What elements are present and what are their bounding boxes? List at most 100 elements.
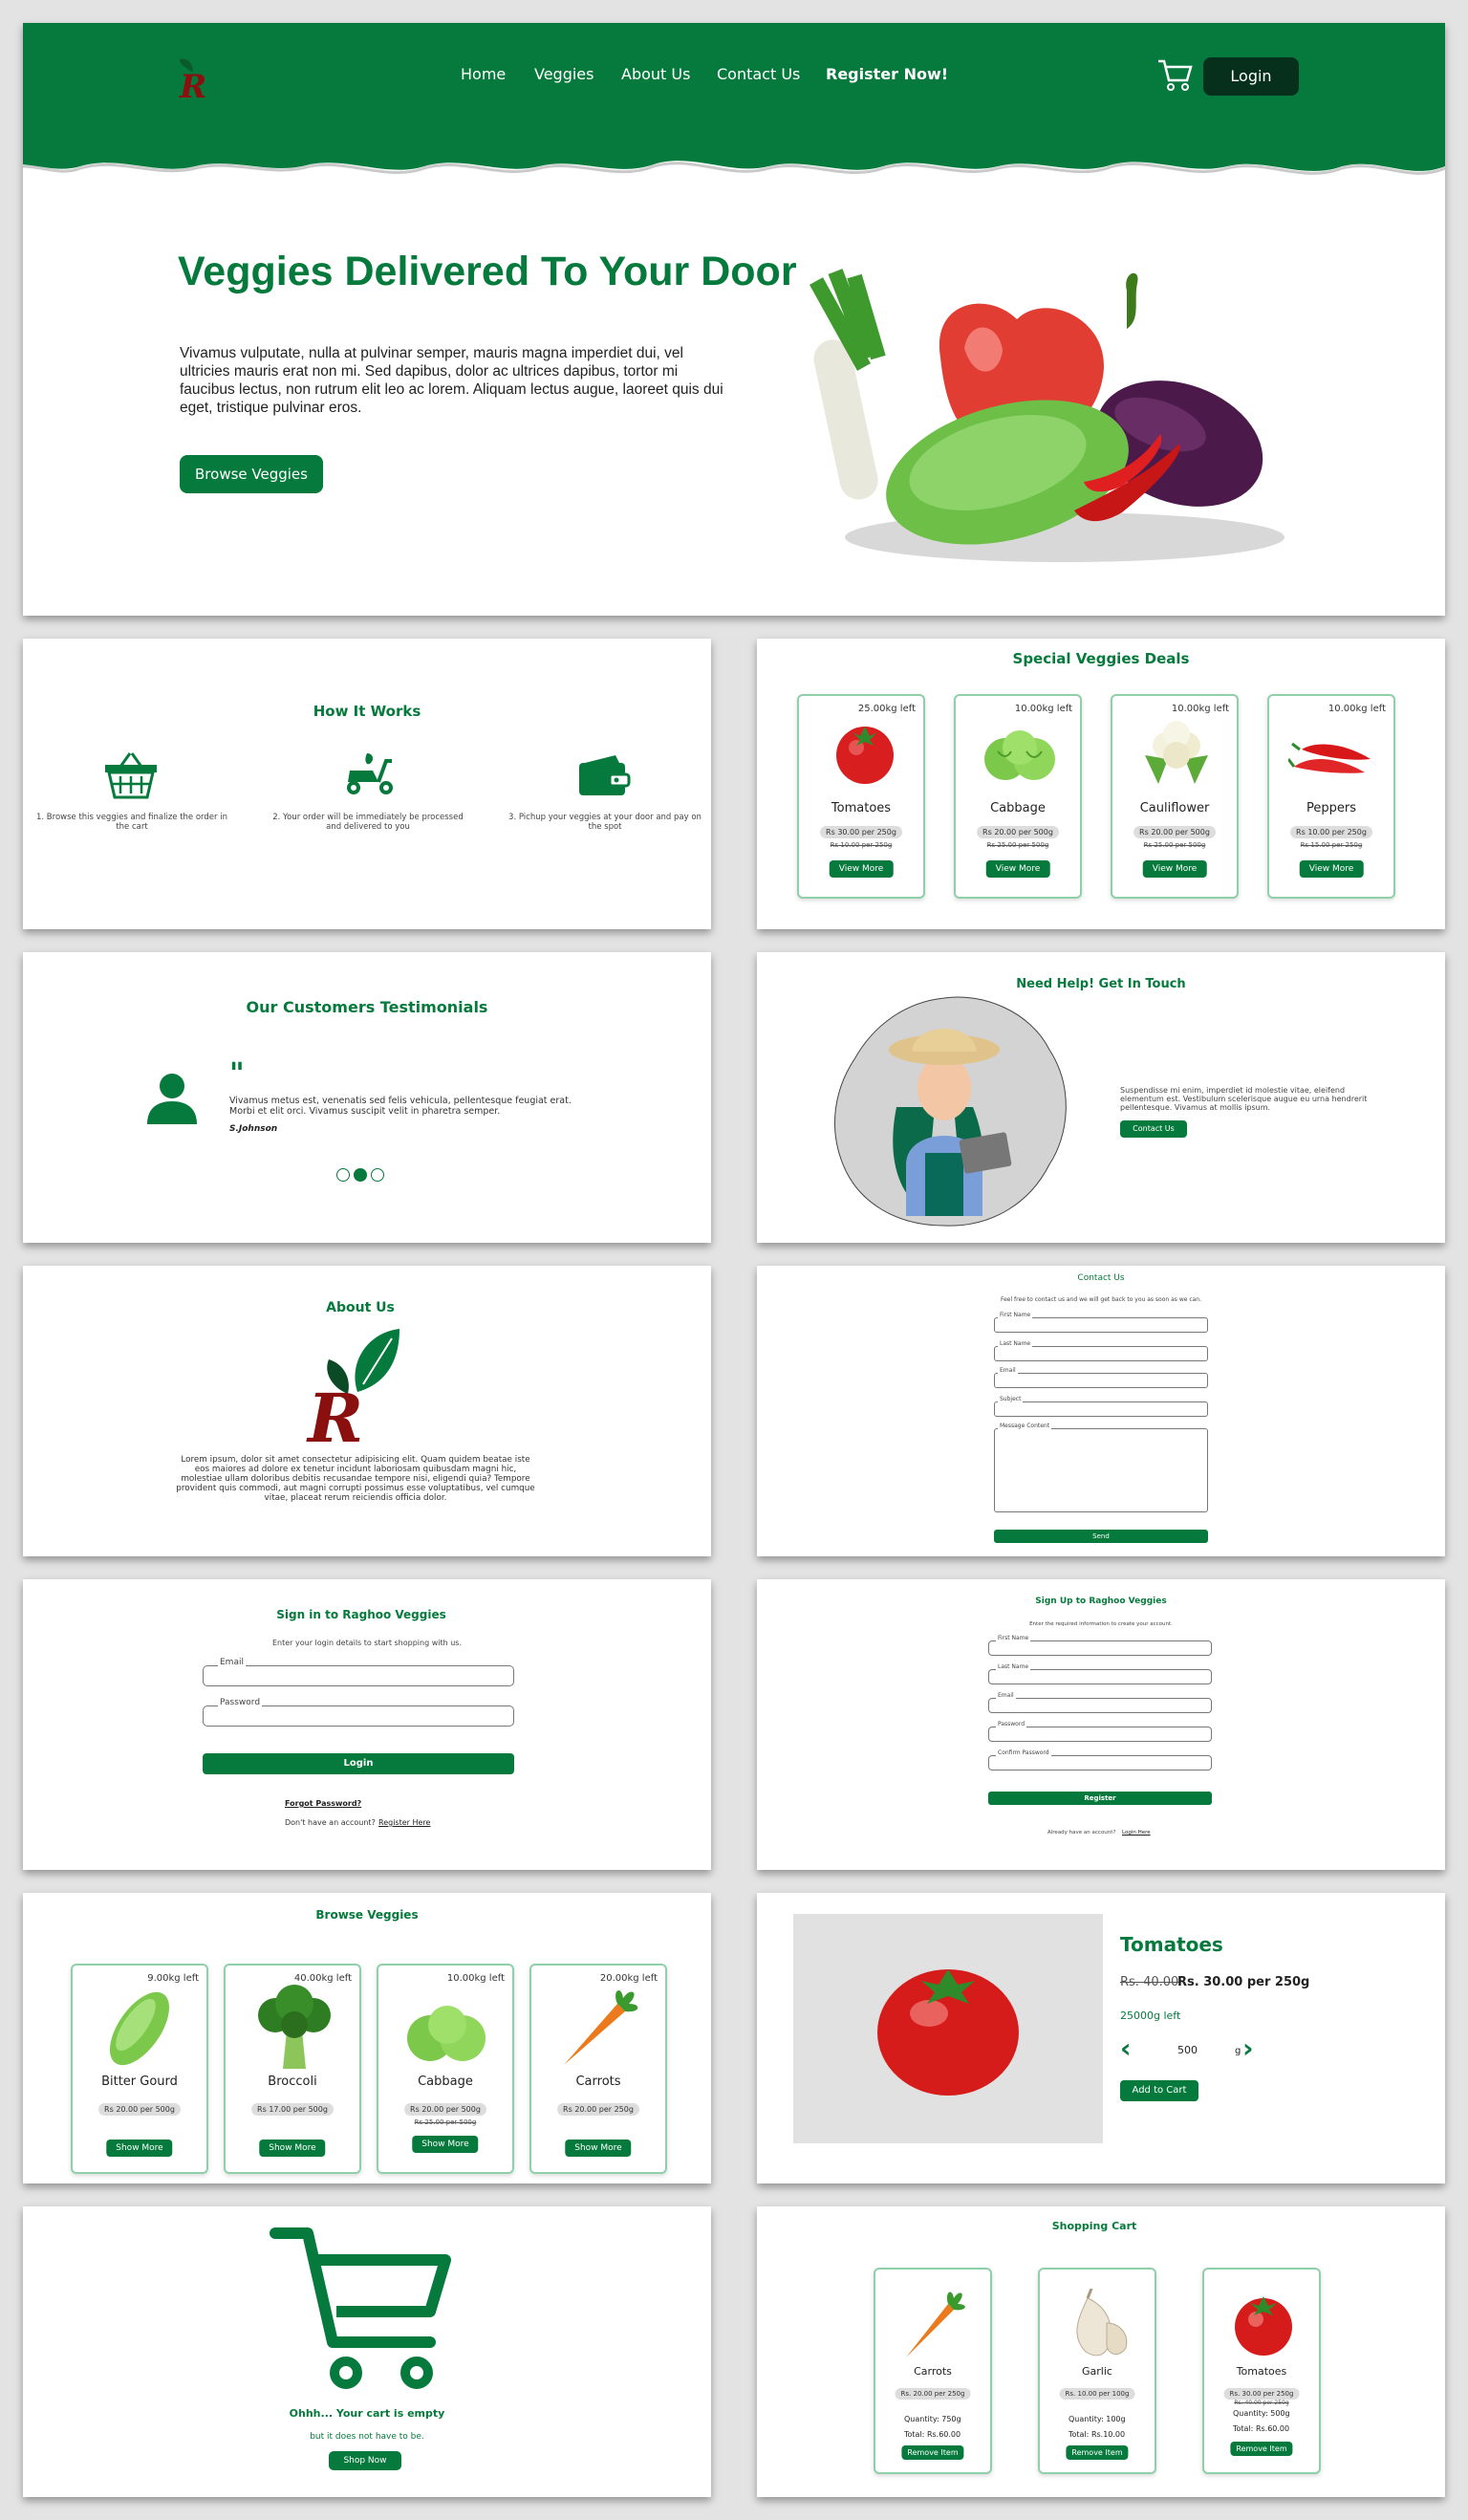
carousel-dot-1[interactable] (336, 1168, 350, 1182)
cart-icon[interactable] (1156, 57, 1195, 92)
veggie-card[interactable]: 9.00kg left Bitter Gourd Rs 20.00 per 50… (71, 1964, 208, 2174)
veggie-name: Cabbage (418, 2075, 473, 2089)
browse-veggies-button[interactable]: Browse Veggies (180, 455, 323, 493)
cabbage-icon (407, 2006, 486, 2061)
cart-item-total: Total: Rs.60.00 (1233, 2424, 1289, 2433)
deal-card[interactable]: 10.00kg left Peppers Rs 10.00 per 250g R… (1267, 694, 1395, 899)
cart-item-quantity: Quantity: 750g (904, 2415, 961, 2423)
signup-email-field[interactable] (988, 1698, 1212, 1713)
browse-title: Browse Veggies (315, 1908, 419, 1922)
contact-intro: Feel free to contact us and we will get … (1000, 1296, 1202, 1303)
veggie-old-price: Rs 25.00 per 500g (414, 2118, 477, 2126)
signup-password-field[interactable] (988, 1727, 1212, 1742)
nav-register[interactable]: Register Now! (826, 65, 948, 83)
signin-login-button[interactable]: Login (203, 1753, 514, 1774)
send-button[interactable]: Send (994, 1530, 1208, 1543)
signin-password-field[interactable] (203, 1705, 514, 1727)
view-more-button[interactable]: View More (1299, 860, 1364, 878)
view-more-button[interactable]: View More (985, 860, 1050, 878)
subject-field[interactable] (994, 1401, 1208, 1417)
first-name-label: First Name (998, 1312, 1033, 1318)
hero-title: Veggies Delivered To Your Door (178, 249, 797, 294)
testimonials-title: Our Customers Testimonials (246, 998, 488, 1016)
nav-contact[interactable]: Contact Us (717, 65, 800, 83)
signup-first-name-field[interactable] (988, 1640, 1212, 1656)
deal-card[interactable]: 25.00kg left Tomatoes Rs 30.00 per 250g … (797, 694, 925, 899)
product-image-frame (793, 1914, 1103, 2143)
increase-quantity-icon[interactable]: › (1242, 2032, 1254, 2064)
total-value: Rs.60.00 (1255, 2424, 1290, 2433)
last-name-field[interactable] (994, 1346, 1208, 1361)
forgot-password-link[interactable]: Forgot Password? (285, 1799, 361, 1808)
cart-item-card: Tomatoes Rs. 30.00 per 250g Rs. 40.00 pe… (1202, 2268, 1321, 2474)
how-step-1: 1. Browse this veggies and finalize the … (36, 813, 227, 832)
show-more-button[interactable]: Show More (412, 2136, 479, 2153)
signin-email-field[interactable] (203, 1665, 514, 1686)
show-more-button[interactable]: Show More (565, 2140, 632, 2157)
deal-qty: 25.00kg left (857, 704, 916, 714)
cart-item-total: Total: Rs.60.00 (904, 2430, 961, 2439)
signup-confirm-field[interactable] (988, 1755, 1212, 1771)
cart-item-card: Carrots Rs. 20.00 per 250g Quantity: 750… (874, 2268, 992, 2474)
login-button[interactable]: Login (1203, 57, 1299, 96)
signup-email-label: Email (996, 1692, 1016, 1699)
register-here-link[interactable]: Register Here (378, 1818, 430, 1827)
hero-section: R Home Veggies About Us Contact Us Regis… (23, 23, 1445, 616)
deal-name: Cauliflower (1139, 801, 1210, 815)
help-body: Suspendisse mi enim, imperdiet id molest… (1120, 1086, 1368, 1112)
carrot-icon (564, 1990, 638, 2065)
no-account-text: Don't have an account? (285, 1818, 376, 1827)
deal-old-price: Rs 15.00 per 250g (1300, 841, 1363, 849)
nav-about[interactable]: About Us (621, 65, 690, 83)
show-more-button[interactable]: Show More (106, 2140, 173, 2157)
deal-card[interactable]: 10.00kg left Cabbage Rs 20.00 per 500g R… (954, 694, 1082, 899)
cart-item-price: Rs. 20.00 per 250g (895, 2388, 971, 2400)
bitter-gourd-icon (109, 1991, 170, 2066)
nav-home[interactable]: Home (461, 65, 506, 83)
veggie-price: Rs 20.00 per 500g (98, 2103, 181, 2116)
add-to-cart-button[interactable]: Add to Cart (1120, 2080, 1198, 2101)
quantity-value[interactable]: 500 (1177, 2044, 1198, 2056)
total-label: Total: (1233, 2424, 1254, 2433)
wallet-icon (579, 755, 631, 795)
deal-price: Rs 10.00 per 250g (1290, 826, 1372, 838)
login-here-link[interactable]: Login Here (1122, 1830, 1151, 1836)
cart-item-price: Rs. 30.00 per 250g (1223, 2388, 1300, 2400)
about-section: About Us R Lorem ipsum, dolor sit amet c… (23, 1266, 711, 1556)
remove-item-button[interactable]: Remove Item (901, 2445, 964, 2460)
email-field[interactable] (994, 1373, 1208, 1388)
cart-title: Shopping Cart (1051, 2220, 1137, 2232)
veggie-card[interactable]: 20.00kg left Carrots Rs 20.00 per 250g S… (529, 1964, 667, 2174)
veggie-card[interactable]: 40.00kg left Broccoli Rs 17.00 per 500g … (224, 1964, 361, 2174)
show-more-button[interactable]: Show More (259, 2140, 326, 2157)
nav-veggies[interactable]: Veggies (534, 65, 594, 83)
register-button[interactable]: Register (988, 1792, 1212, 1805)
veggie-card[interactable]: 10.00kg left Cabbage Rs 20.00 per 500g R… (377, 1964, 514, 2174)
deal-price: Rs 30.00 per 250g (820, 826, 902, 838)
brand-logo[interactable]: R (166, 44, 224, 101)
sign-up-section: Sign Up to Raghoo Veggies Enter the requ… (757, 1579, 1445, 1870)
deal-old-price: Rs 10.00 per 250g (830, 841, 893, 849)
message-field[interactable] (994, 1428, 1208, 1512)
empty-cart-icon (270, 2227, 451, 2389)
deal-card[interactable]: 10.00kg left Cauliflower Rs 20.00 per 50… (1111, 694, 1239, 899)
product-price: Rs. 30.00 per 250g (1177, 1975, 1310, 1989)
remove-item-button[interactable]: Remove Item (1230, 2442, 1293, 2456)
view-more-button[interactable]: View More (829, 860, 894, 878)
cart-item-name: Tomatoes (1236, 2365, 1287, 2378)
signup-last-name-field[interactable] (988, 1669, 1212, 1684)
signup-intro: Enter the required information to create… (1029, 1621, 1173, 1627)
shop-now-button[interactable]: Shop Now (329, 2451, 401, 2470)
how-it-works-section: How It Works 1. Browse this veggies and … (23, 639, 711, 929)
carousel-dot-2[interactable] (354, 1168, 367, 1182)
carousel-dot-3[interactable] (371, 1168, 384, 1182)
remove-item-button[interactable]: Remove Item (1066, 2445, 1129, 2460)
decrease-quantity-icon[interactable]: ‹ (1120, 2032, 1132, 2064)
help-section: Need Help! Get In Touch Suspendisse mi e… (757, 952, 1445, 1243)
message-label: Message Content (998, 1423, 1052, 1429)
email-label: Email (998, 1367, 1018, 1374)
veggie-name: Carrots (575, 2075, 621, 2089)
first-name-field[interactable] (994, 1317, 1208, 1333)
view-more-button[interactable]: View More (1142, 860, 1207, 878)
contact-us-button[interactable]: Contact Us (1120, 1120, 1187, 1138)
